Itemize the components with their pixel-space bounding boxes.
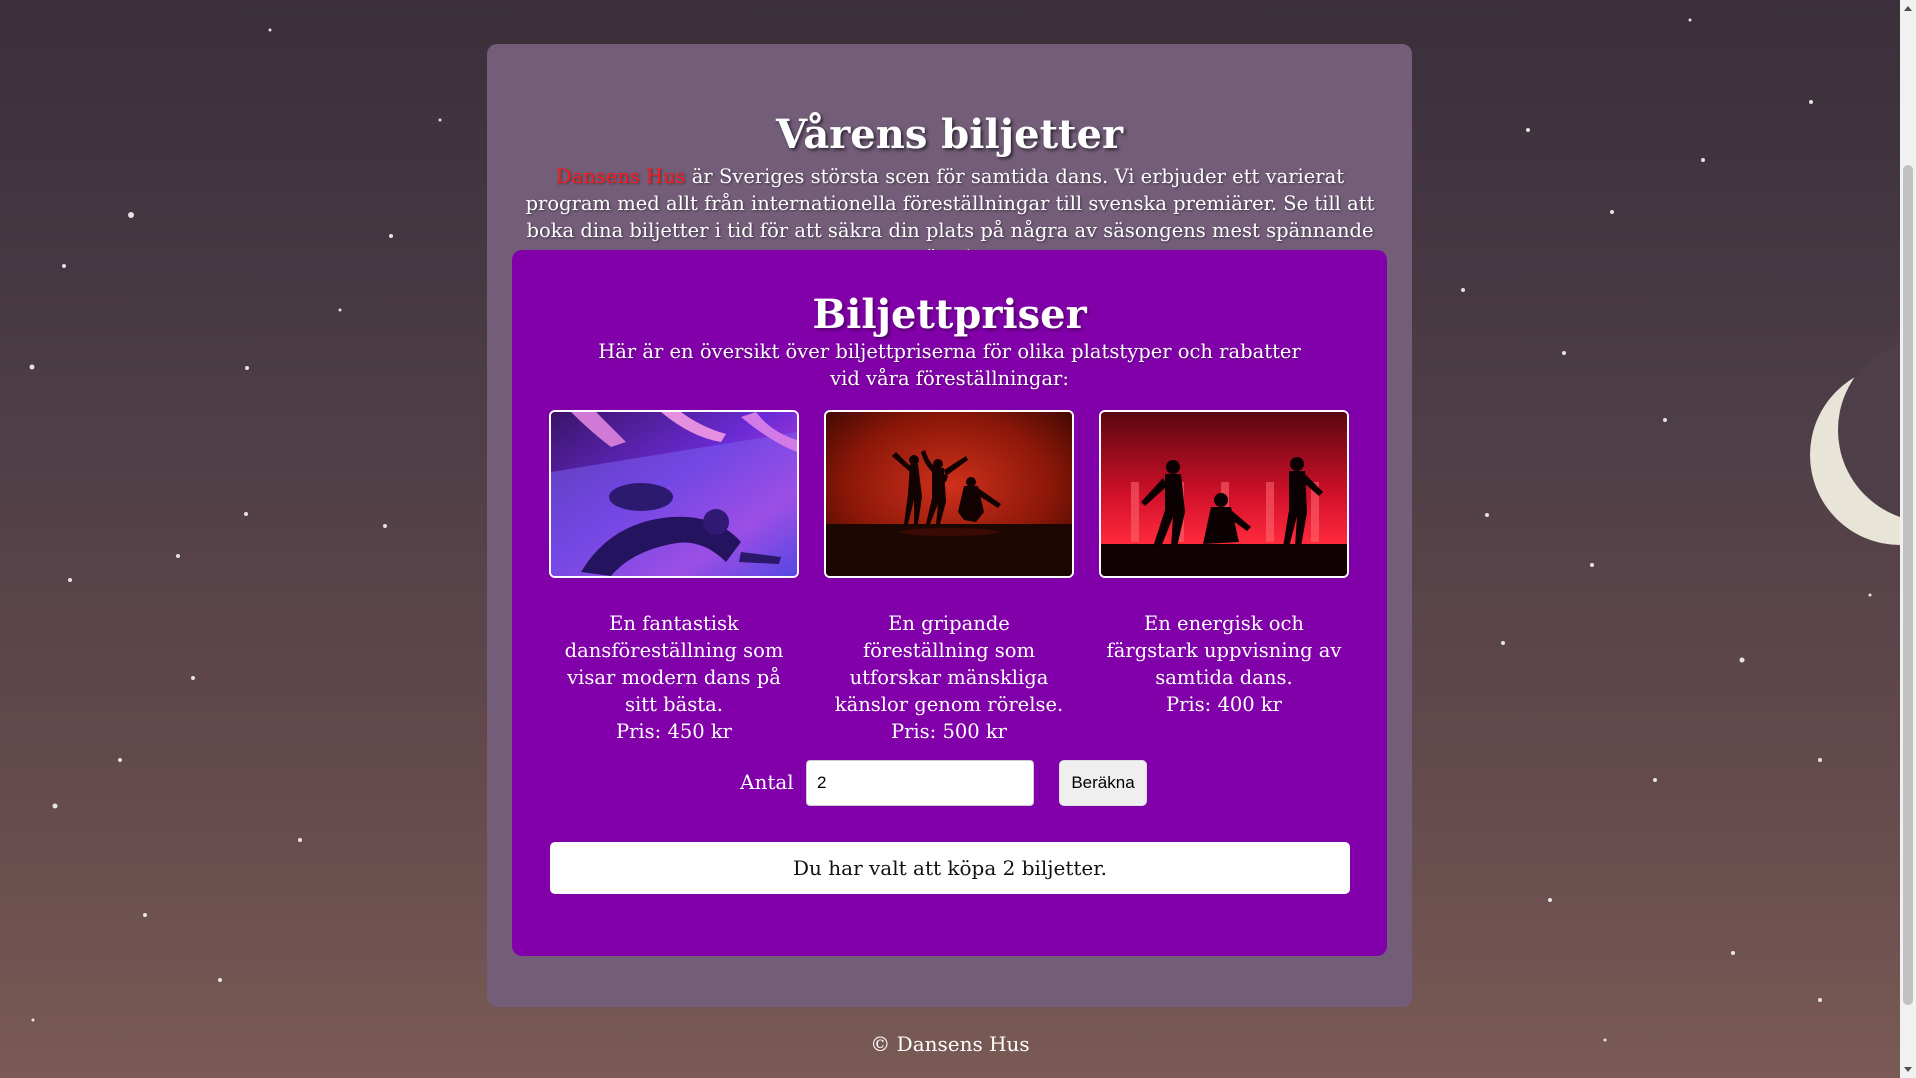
scrollbar-thumb[interactable]	[1903, 165, 1913, 1005]
show-card-1-description: En fantastisk dansföreställning som visa…	[564, 612, 784, 716]
show-card-1-price: Pris: 450 kr	[615, 720, 732, 743]
moon-icon	[1810, 343, 1900, 545]
show-card-1: En fantastisk dansföreställning som visa…	[549, 410, 799, 745]
pricing-description: Här är en översikt över biljettpriserna …	[598, 340, 1301, 390]
dancers-on-floor-photo	[549, 410, 799, 578]
scroll-up-arrow-icon[interactable]	[1904, 6, 1912, 11]
quantity-input[interactable]	[806, 760, 1034, 806]
brand-name: Dansens Hus	[555, 165, 686, 188]
scrollbar[interactable]	[1900, 0, 1916, 1078]
page-title: Vårens biljetter	[775, 111, 1124, 158]
footer-copyright: © Dansens Hus	[870, 1032, 1030, 1056]
show-card-3: En energisk och färgstark uppvisning av …	[1099, 410, 1349, 718]
show-card-3-description: En energisk och färgstark uppvisning av …	[1106, 612, 1342, 689]
scroll-down-arrow-icon[interactable]	[1904, 1067, 1912, 1072]
pricing-title: Biljettpriser	[812, 291, 1087, 338]
pricing-section: Biljettpriser Här är en översikt över bi…	[512, 250, 1387, 956]
calculate-button[interactable]: Beräkna	[1059, 760, 1147, 806]
dancers-silhouette-stage-photo	[824, 410, 1074, 578]
main-card: Vårens biljetter Dansens Hus är Sveriges…	[487, 44, 1412, 1007]
quantity-row: Antal Beräkna	[512, 760, 1387, 806]
result-message: Du har valt att köpa 2 biljetter.	[550, 842, 1350, 894]
dancers-red-light-photo	[1099, 410, 1349, 578]
show-card-2-price: Pris: 500 kr	[890, 720, 1007, 743]
show-card-2-description: En gripande föreställning som utforskar …	[834, 612, 1064, 716]
quantity-label: Antal	[740, 770, 794, 794]
show-card-2: En gripande föreställning som utforskar …	[824, 410, 1074, 745]
show-card-3-price: Pris: 400 kr	[1165, 693, 1282, 716]
